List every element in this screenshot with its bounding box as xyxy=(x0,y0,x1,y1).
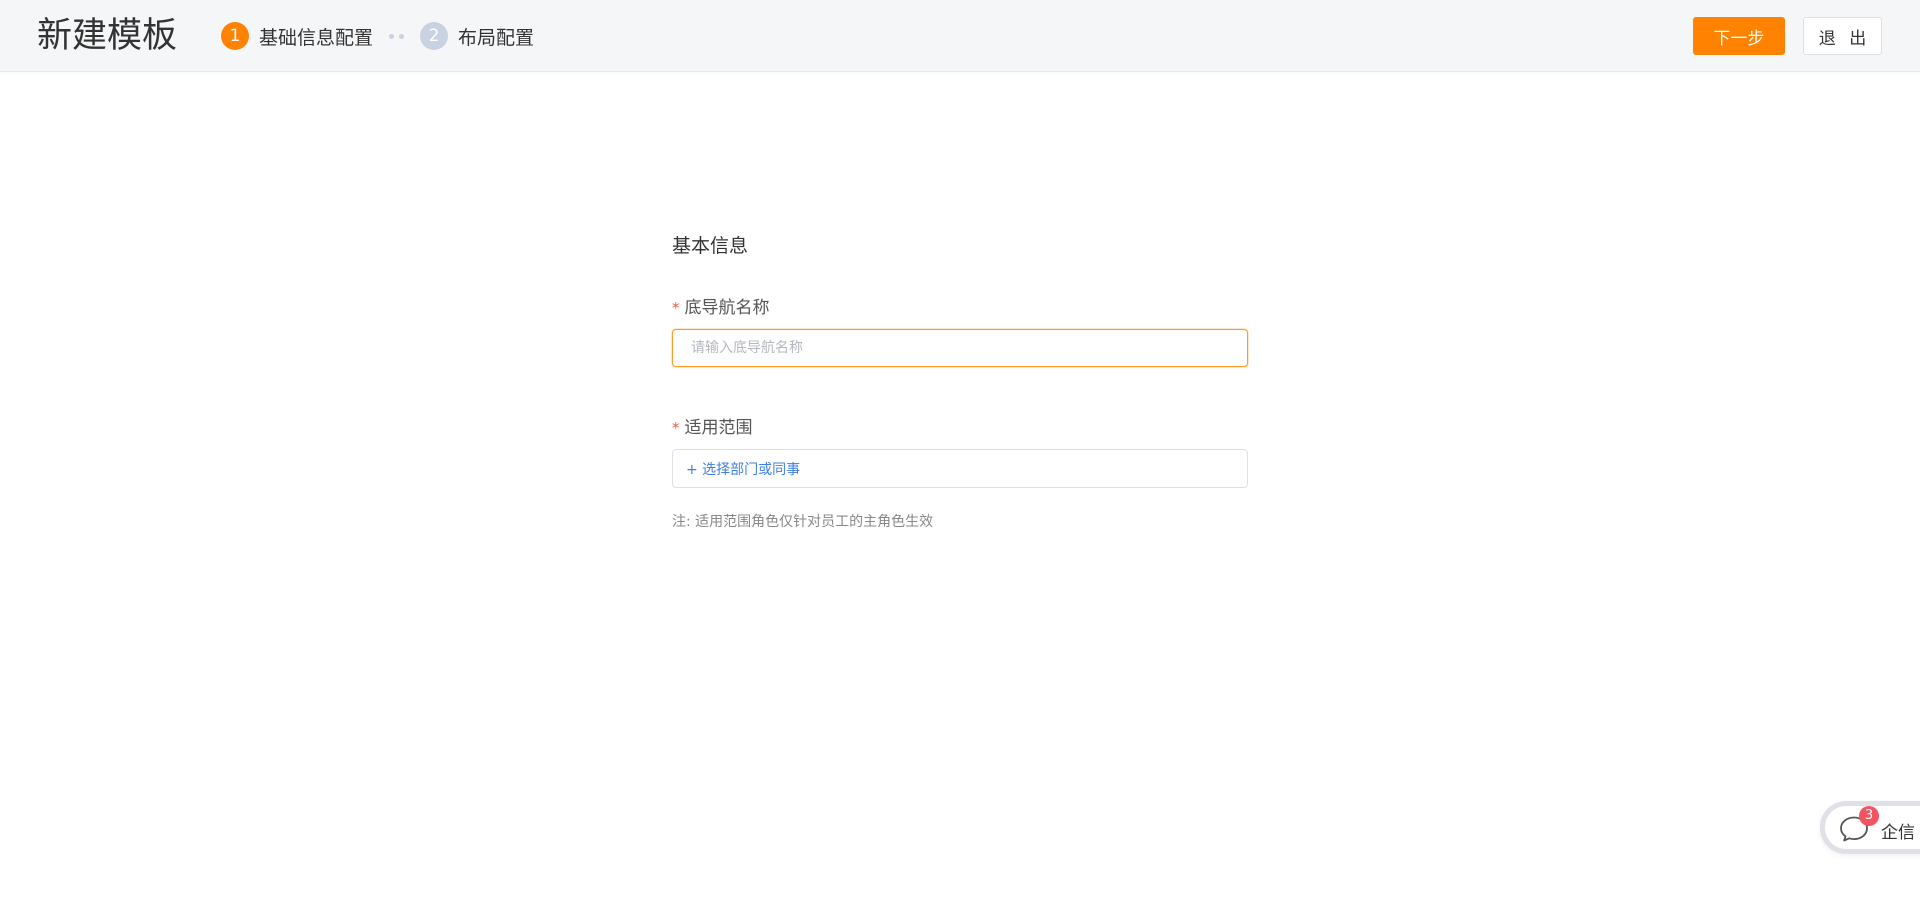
step-2-number: 2 xyxy=(420,22,449,50)
nav-name-label: * 底导航名称 xyxy=(672,296,770,320)
step-1-number: 1 xyxy=(221,22,249,50)
scope-note: 注: 适用范围角色仅针对员工的主角色生效 xyxy=(672,514,934,530)
required-mark: * xyxy=(672,419,680,437)
step-2-label: 布局配置 xyxy=(458,26,535,49)
page-title: 新建模板 xyxy=(37,16,178,56)
step-layout: 2 布局配置 xyxy=(420,22,534,50)
nav-name-label-text: 底导航名称 xyxy=(684,298,770,318)
nav-name-input[interactable] xyxy=(672,329,1248,367)
chat-label: 企信 xyxy=(1881,823,1915,843)
required-mark: * xyxy=(672,299,680,317)
step-indicator: 1 基础信息配置 2 布局配置 xyxy=(221,22,534,50)
scope-selector[interactable]: + 选择部门或同事 xyxy=(672,449,1248,488)
step-1-label: 基础信息配置 xyxy=(259,26,374,49)
scope-label-text: 适用范围 xyxy=(684,418,753,438)
next-step-button[interactable]: 下一步 xyxy=(1693,17,1785,55)
step-basic-info: 1 基础信息配置 xyxy=(221,22,373,50)
scope-label: * 适用范围 xyxy=(672,416,753,440)
step-separator-dot xyxy=(389,33,395,39)
step-separator-dot xyxy=(399,33,405,39)
exit-button[interactable]: 退 出 xyxy=(1803,17,1882,55)
chat-unread-badge: 3 xyxy=(1859,806,1879,826)
chat-widget[interactable]: 3 企信 xyxy=(1820,801,1920,854)
top-bar: 新建模板 1 基础信息配置 2 布局配置 下一步 退 出 xyxy=(0,0,1920,72)
step-separator xyxy=(389,33,405,39)
select-department-or-colleague-link[interactable]: + 选择部门或同事 xyxy=(686,459,800,479)
basic-info-form: 基本信息 *底导航名称 *适用范围 + 选择部门或同事 注: 适用范围角色仅针对… xyxy=(672,228,1248,530)
section-title: 基本信息 xyxy=(672,235,749,257)
